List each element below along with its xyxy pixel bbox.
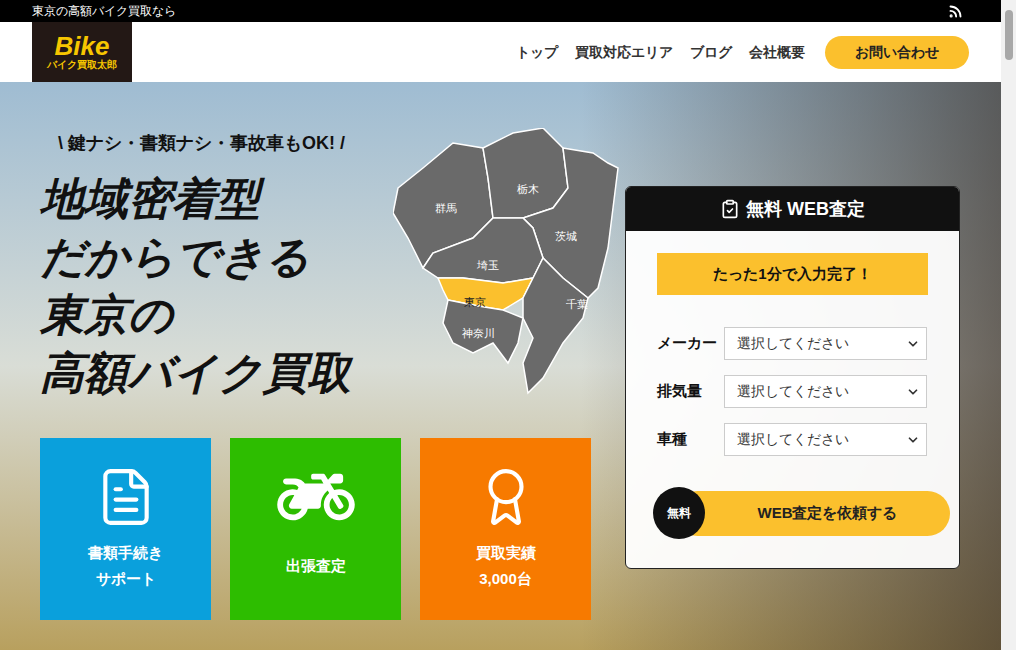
feature-icon-box [95, 466, 157, 528]
form-row: 排気量選択してください [657, 375, 927, 408]
submit-button[interactable]: WEB査定を依頼する [675, 491, 950, 536]
feature-card[interactable]: 出張査定 [230, 438, 401, 620]
nav-item[interactable]: 会社概要 [749, 42, 805, 63]
feature-cards: 書類手続きサポート 出張査定 買取実績3,000台 [40, 438, 625, 620]
top-bar-text: 東京の高額バイク買取なら [32, 2, 176, 20]
form-banner: たった1分で入力完了！ [657, 253, 928, 295]
feature-line: 3,000台 [479, 566, 532, 592]
map-label: 千葉 [566, 296, 588, 313]
feature-line: サポート [96, 566, 156, 592]
kanto-map-icon [393, 128, 625, 396]
award-icon [475, 466, 537, 528]
clipboard-icon [720, 199, 740, 219]
map-label: 埼玉 [477, 257, 499, 274]
estimate-form: 無料 WEB査定たった1分で入力完了！メーカー選択してください排気量選択してくだ… [625, 186, 960, 569]
logo[interactable]: Bikeバイク買取太郎 [32, 22, 132, 82]
contact-button[interactable]: お問い合わせ [825, 36, 969, 69]
scrollbar[interactable] [1001, 0, 1016, 650]
hero-text: \ 鍵ナシ・書類ナシ・事故車もOK! / 地域密着型だからできる東京の高額バイク買… [40, 128, 393, 402]
feature-text: 書類手続きサポート [88, 538, 163, 594]
form-header: 無料 WEB査定 [626, 187, 959, 231]
nav-item[interactable]: 買取対応エリア [575, 42, 673, 63]
form-fields: メーカー選択してください排気量選択してください車種選択してください [626, 327, 959, 456]
hero: \ 鍵ナシ・書類ナシ・事故車もOK! / 地域密着型だからできる東京の高額バイク買… [0, 82, 1001, 650]
submit-row: 無料WEB査定を依頼する [626, 487, 959, 539]
map-label: 東京 [464, 294, 486, 311]
feature-text: 買取実績3,000台 [476, 538, 536, 594]
select-value: 選択してください [737, 429, 849, 450]
nav-item[interactable]: トップ [516, 42, 558, 63]
map-label: 茨城 [555, 228, 577, 245]
heading-line: 地域密着型 [40, 170, 393, 228]
heading-line: 東京の [40, 286, 393, 344]
region-map: 群馬 栃木茨城埼玉東京 千葉神奈川 [393, 128, 625, 396]
chevron-down-icon [906, 385, 920, 399]
logo-title: Bike [55, 33, 110, 59]
feature-line: 書類手続き [88, 540, 163, 566]
main: 東京の高額バイク買取なら Bikeバイク買取太郎 トップ買取対応エリアブログ会社概要… [0, 0, 1001, 650]
form-title: 無料 WEB査定 [746, 196, 865, 223]
rss-icon[interactable] [948, 4, 963, 19]
map-region[interactable] [443, 300, 523, 363]
field-select[interactable]: 選択してください [724, 423, 927, 456]
map-label: 栃木 [517, 181, 539, 198]
nav: トップ買取対応エリアブログ会社概要お問い合わせ [516, 36, 969, 69]
heading-line: だからできる [40, 228, 393, 286]
document-icon [95, 466, 157, 528]
field-select[interactable]: 選択してください [724, 327, 927, 360]
header: Bikeバイク買取太郎 トップ買取対応エリアブログ会社概要お問い合わせ [0, 22, 1001, 82]
logo-subtitle: バイク買取太郎 [47, 59, 117, 71]
select-value: 選択してください [737, 333, 849, 354]
feature-line: 買取実績 [476, 540, 536, 566]
chevron-down-icon [906, 433, 920, 447]
map-region[interactable] [523, 258, 588, 393]
feature-card[interactable]: 書類手続きサポート [40, 438, 211, 620]
free-badge: 無料 [653, 487, 705, 539]
field-label: メーカー [657, 332, 724, 355]
select-value: 選択してください [737, 381, 849, 402]
feature-card[interactable]: 買取実績3,000台 [420, 438, 591, 620]
page: 東京の高額バイク買取なら Bikeバイク買取太郎 トップ買取対応エリアブログ会社概要… [0, 0, 1016, 650]
feature-icon-box [268, 466, 364, 528]
hero-heading: 地域密着型だからできる東京の高額バイク買取 [40, 170, 393, 402]
feature-line: 出張査定 [286, 553, 346, 579]
motorcycle-icon [268, 466, 364, 528]
feature-icon-box [475, 466, 537, 528]
map-label: 群馬 [435, 200, 457, 217]
nav-item[interactable]: ブログ [690, 42, 732, 63]
map-label: 神奈川 [462, 325, 495, 342]
hero-left: \ 鍵ナシ・書類ナシ・事故車もOK! / 地域密着型だからできる東京の高額バイク買… [40, 82, 625, 650]
feature-text: 出張査定 [286, 538, 346, 594]
tagline: \ 鍵ナシ・書類ナシ・事故車もOK! / [40, 132, 393, 154]
form-row: 車種選択してください [657, 423, 927, 456]
field-label: 車種 [657, 428, 724, 451]
field-select[interactable]: 選択してください [724, 375, 927, 408]
heading-line: 高額バイク買取 [40, 344, 393, 402]
field-label: 排気量 [657, 380, 724, 403]
chevron-down-icon [906, 337, 920, 351]
hero-top-row: \ 鍵ナシ・書類ナシ・事故車もOK! / 地域密着型だからできる東京の高額バイク買… [40, 128, 625, 402]
map-region[interactable] [423, 218, 543, 283]
scrollbar-thumb[interactable] [1005, 10, 1013, 60]
top-bar: 東京の高額バイク買取なら [0, 0, 1001, 22]
form-row: メーカー選択してください [657, 327, 927, 360]
